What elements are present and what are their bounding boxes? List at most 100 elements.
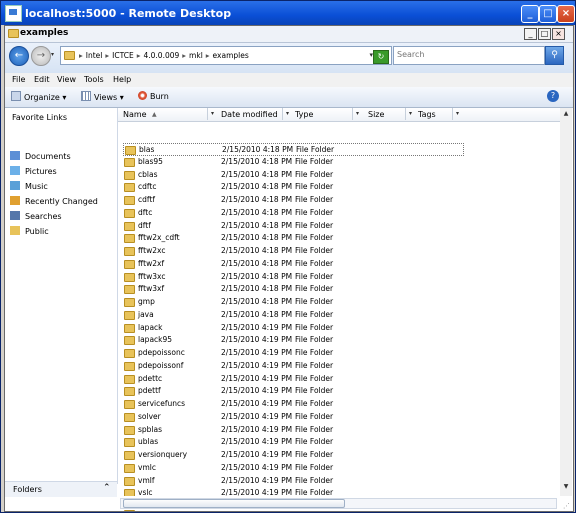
forward-button[interactable]: →: [31, 46, 51, 66]
vertical-scrollbar[interactable]: ▲ ▼: [560, 108, 572, 496]
organize-icon: [11, 91, 21, 101]
file-date: 2/15/2010 4:18 PM: [221, 195, 293, 204]
file-row[interactable]: dftc 2/15/2010 4:18 PM File Folder: [118, 207, 518, 219]
file-row[interactable]: cdftc 2/15/2010 4:18 PM File Folder: [118, 181, 518, 193]
menu-help[interactable]: Help: [113, 75, 131, 84]
folders-toggle[interactable]: Folders ⌃: [5, 481, 117, 497]
recent-pages-dropdown[interactable]: ▾: [51, 51, 54, 58]
breadcrumb-item[interactable]: Intel: [86, 51, 103, 60]
search-box[interactable]: [393, 46, 545, 65]
file-name: dftf: [138, 220, 151, 230]
resize-grip-icon[interactable]: ⋰: [563, 502, 570, 510]
rdp-maximize-button[interactable]: □: [539, 5, 557, 23]
minimize-button[interactable]: _: [524, 28, 537, 40]
file-row[interactable]: cblas 2/15/2010 4:18 PM File Folder: [118, 169, 518, 181]
column-date-modified[interactable]: Date modified: [221, 110, 278, 119]
menu-tools[interactable]: Tools: [84, 75, 104, 84]
column-tags[interactable]: Tags: [418, 110, 436, 119]
file-row[interactable]: fftw2xf 2/15/2010 4:18 PM File Folder: [118, 258, 518, 270]
file-name: fftw3xf: [138, 284, 165, 294]
breadcrumb-separator-icon[interactable]: ▸: [105, 51, 109, 60]
column-date-dropdown[interactable]: ▾: [282, 108, 292, 120]
file-row[interactable]: dftf 2/15/2010 4:18 PM File Folder: [118, 220, 518, 232]
file-row[interactable]: vmlf 2/15/2010 4:19 PM File Folder: [118, 475, 518, 487]
file-type: File Folder: [295, 462, 334, 472]
breadcrumb-item[interactable]: examples: [213, 51, 249, 60]
menu-view[interactable]: View: [57, 75, 76, 84]
favorite-link-label: Searches: [25, 212, 62, 221]
breadcrumb-separator-icon[interactable]: ▸: [137, 51, 141, 60]
favorite-link[interactable]: Recently Changed: [10, 196, 98, 206]
file-row[interactable]: solver 2/15/2010 4:19 PM File Folder: [118, 411, 518, 423]
file-row[interactable]: cdftf 2/15/2010 4:18 PM File Folder: [118, 194, 518, 206]
sort-ascending-icon: ▲: [152, 111, 157, 118]
folder-icon: [124, 310, 135, 320]
horizontal-scrollbar[interactable]: [118, 496, 572, 510]
column-type[interactable]: Type: [295, 110, 313, 119]
column-type-dropdown[interactable]: ▾: [352, 108, 362, 120]
favorite-link[interactable]: Pictures: [10, 166, 57, 176]
rdp-close-button[interactable]: ×: [557, 5, 575, 23]
refresh-button[interactable]: ↻: [373, 50, 389, 64]
rdp-minimize-button[interactable]: _: [521, 5, 539, 23]
scroll-down-icon[interactable]: ▼: [561, 482, 571, 492]
breadcrumb-item[interactable]: ICTCE: [112, 51, 134, 60]
file-row[interactable]: ublas 2/15/2010 4:19 PM File Folder: [118, 436, 518, 448]
file-row[interactable]: pdepoissonc 2/15/2010 4:19 PM File Folder: [118, 347, 518, 359]
favorite-link[interactable]: Documents: [10, 151, 71, 161]
file-name: fftw2xf: [138, 258, 165, 268]
breadcrumb-separator-icon[interactable]: ▸: [182, 51, 186, 60]
column-name[interactable]: Name: [123, 110, 147, 119]
column-size[interactable]: Size: [368, 110, 384, 119]
breadcrumb-item[interactable]: mkl: [189, 51, 203, 60]
file-row[interactable]: java 2/15/2010 4:18 PM File Folder: [118, 309, 518, 321]
burn-button[interactable]: Burn: [138, 91, 169, 101]
file-row[interactable]: pdepoissonf 2/15/2010 4:19 PM File Folder: [118, 360, 518, 372]
search-input[interactable]: [394, 47, 530, 62]
file-row[interactable]: vmlc 2/15/2010 4:19 PM File Folder: [118, 462, 518, 474]
menu-file[interactable]: File: [12, 75, 25, 84]
menu-edit[interactable]: Edit: [34, 75, 50, 84]
search-button[interactable]: ⚲: [545, 46, 564, 65]
favorite-link[interactable]: Music: [10, 181, 48, 191]
burn-icon: [138, 91, 147, 100]
column-tags-dropdown[interactable]: ▾: [452, 108, 462, 120]
column-size-dropdown[interactable]: ▾: [405, 108, 415, 120]
file-row[interactable]: blas95 2/15/2010 4:18 PM File Folder: [118, 156, 518, 168]
close-button[interactable]: ×: [552, 28, 565, 40]
help-button[interactable]: ?: [547, 90, 559, 102]
file-row[interactable]: fftw3xf 2/15/2010 4:18 PM File Folder: [118, 283, 518, 295]
file-row[interactable]: gmp 2/15/2010 4:18 PM File Folder: [118, 296, 518, 308]
file-name: lapack95: [138, 335, 173, 345]
file-row[interactable]: fftw2x_cdft 2/15/2010 4:18 PM File Folder: [118, 232, 518, 244]
file-row[interactable]: versionquery 2/15/2010 4:19 PM File Folder: [118, 449, 518, 461]
favorite-link[interactable]: Public: [10, 226, 49, 236]
scrollbar-thumb[interactable]: [123, 499, 345, 508]
column-name-dropdown[interactable]: ▾: [207, 108, 217, 120]
scroll-up-icon[interactable]: ▲: [561, 109, 571, 119]
back-button[interactable]: ←: [9, 46, 29, 66]
address-bar[interactable]: ▸ Intel ▸ ICTCE ▸ 4.0.0.009 ▸ mkl ▸ examples ▾ ↻: [60, 46, 392, 65]
remote-desktop-title-bar[interactable]: localhost:5000 - Remote Desktop _ □ ×: [1, 1, 575, 25]
file-row[interactable]: servicefuncs 2/15/2010 4:19 PM File Folder: [118, 398, 518, 410]
breadcrumb-separator-icon[interactable]: ▸: [79, 51, 83, 60]
file-row[interactable]: pdettc 2/15/2010 4:19 PM File Folder: [118, 373, 518, 385]
file-row[interactable]: pdettf 2/15/2010 4:19 PM File Folder: [118, 385, 518, 397]
file-type: File Folder: [295, 220, 334, 230]
file-row[interactable]: spblas 2/15/2010 4:19 PM File Folder: [118, 424, 518, 436]
favorite-link[interactable]: Searches: [10, 211, 62, 221]
maximize-button[interactable]: □: [538, 28, 551, 40]
views-button[interactable]: Views ▾: [81, 91, 124, 102]
file-row[interactable]: fftw3xc 2/15/2010 4:18 PM File Folder: [118, 271, 518, 283]
file-date: 2/15/2010 4:19 PM: [221, 348, 293, 357]
explorer-title-bar[interactable]: examples _ □ ×: [5, 26, 573, 43]
file-row[interactable]: fftw2xc 2/15/2010 4:18 PM File Folder: [118, 245, 518, 257]
organize-button[interactable]: Organize ▾: [11, 91, 66, 102]
file-row[interactable]: blas 2/15/2010 4:18 PM File Folder: [123, 143, 464, 156]
file-row[interactable]: lapack95 2/15/2010 4:19 PM File Folder: [118, 334, 518, 346]
breadcrumb-separator-icon[interactable]: ▸: [206, 51, 210, 60]
file-row[interactable]: lapack 2/15/2010 4:19 PM File Folder: [118, 322, 518, 334]
folder-icon: [124, 361, 135, 371]
breadcrumb-item[interactable]: 4.0.0.009: [143, 51, 179, 60]
file-list: Name ▲ ▾ Date modified ▾ Type ▾ Size ▾ T…: [118, 108, 572, 511]
